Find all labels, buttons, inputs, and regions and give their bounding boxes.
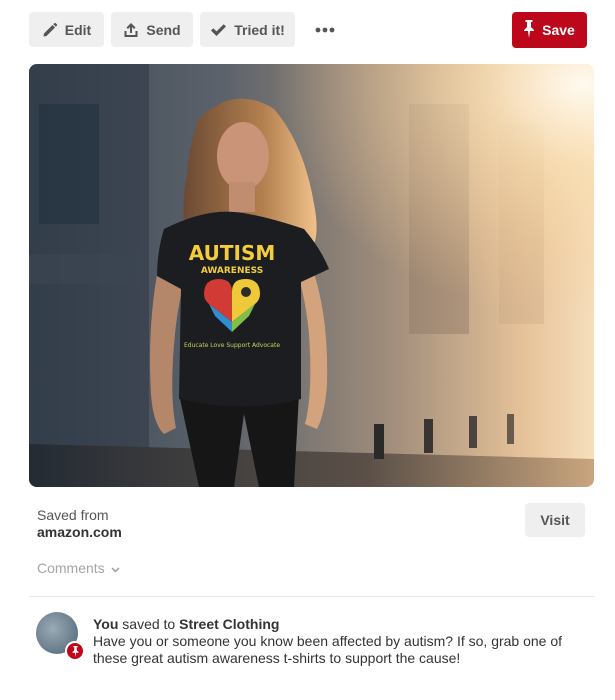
board-link[interactable]: Street Clothing	[179, 616, 279, 632]
pushpin-badge-icon	[65, 641, 85, 661]
tried-it-button[interactable]: Tried it!	[200, 12, 295, 47]
visit-button[interactable]: Visit	[525, 503, 585, 537]
send-label: Send	[146, 21, 181, 38]
shirt-print-tagline: Educate Love Support Advocate	[184, 342, 280, 349]
more-dots-icon[interactable]	[313, 19, 337, 41]
comments-toggle[interactable]: Comments	[37, 560, 120, 576]
save-button[interactable]: Save	[512, 12, 587, 48]
shirt-print-awareness: AWARENESS	[201, 266, 263, 276]
shirt-print-autism: AUTISM	[189, 241, 276, 265]
share-upload-icon	[123, 22, 139, 38]
pin-image[interactable]: AUTISM AWARENESS Educate Love Support Ad…	[29, 64, 594, 487]
pushpin-icon	[524, 19, 535, 41]
send-button[interactable]: Send	[111, 12, 193, 47]
activity-user[interactable]: You	[93, 616, 118, 632]
activity-verb: saved to	[118, 616, 180, 632]
section-divider	[29, 596, 594, 597]
save-label: Save	[542, 22, 575, 38]
edit-label: Edit	[64, 21, 92, 38]
saved-from-label: Saved from	[37, 507, 109, 523]
tried-it-label: Tried it!	[234, 21, 285, 38]
source-domain-link[interactable]: amazon.com	[37, 524, 122, 541]
activity-headline: You saved to Street Clothing	[93, 616, 573, 633]
pin-description: Have you or someone you know been affect…	[93, 633, 563, 666]
checkmark-icon	[210, 23, 227, 37]
edit-button[interactable]: Edit	[29, 12, 104, 47]
comments-label: Comments	[37, 560, 105, 576]
pin-toolbar: Edit Send Tried it! Save	[0, 0, 615, 60]
pencil-icon	[42, 22, 58, 38]
activity-text: You saved to Street Clothing Have you or…	[93, 616, 573, 667]
saved-from-info: Saved from amazon.com	[37, 507, 122, 541]
chevron-down-icon	[111, 560, 120, 576]
